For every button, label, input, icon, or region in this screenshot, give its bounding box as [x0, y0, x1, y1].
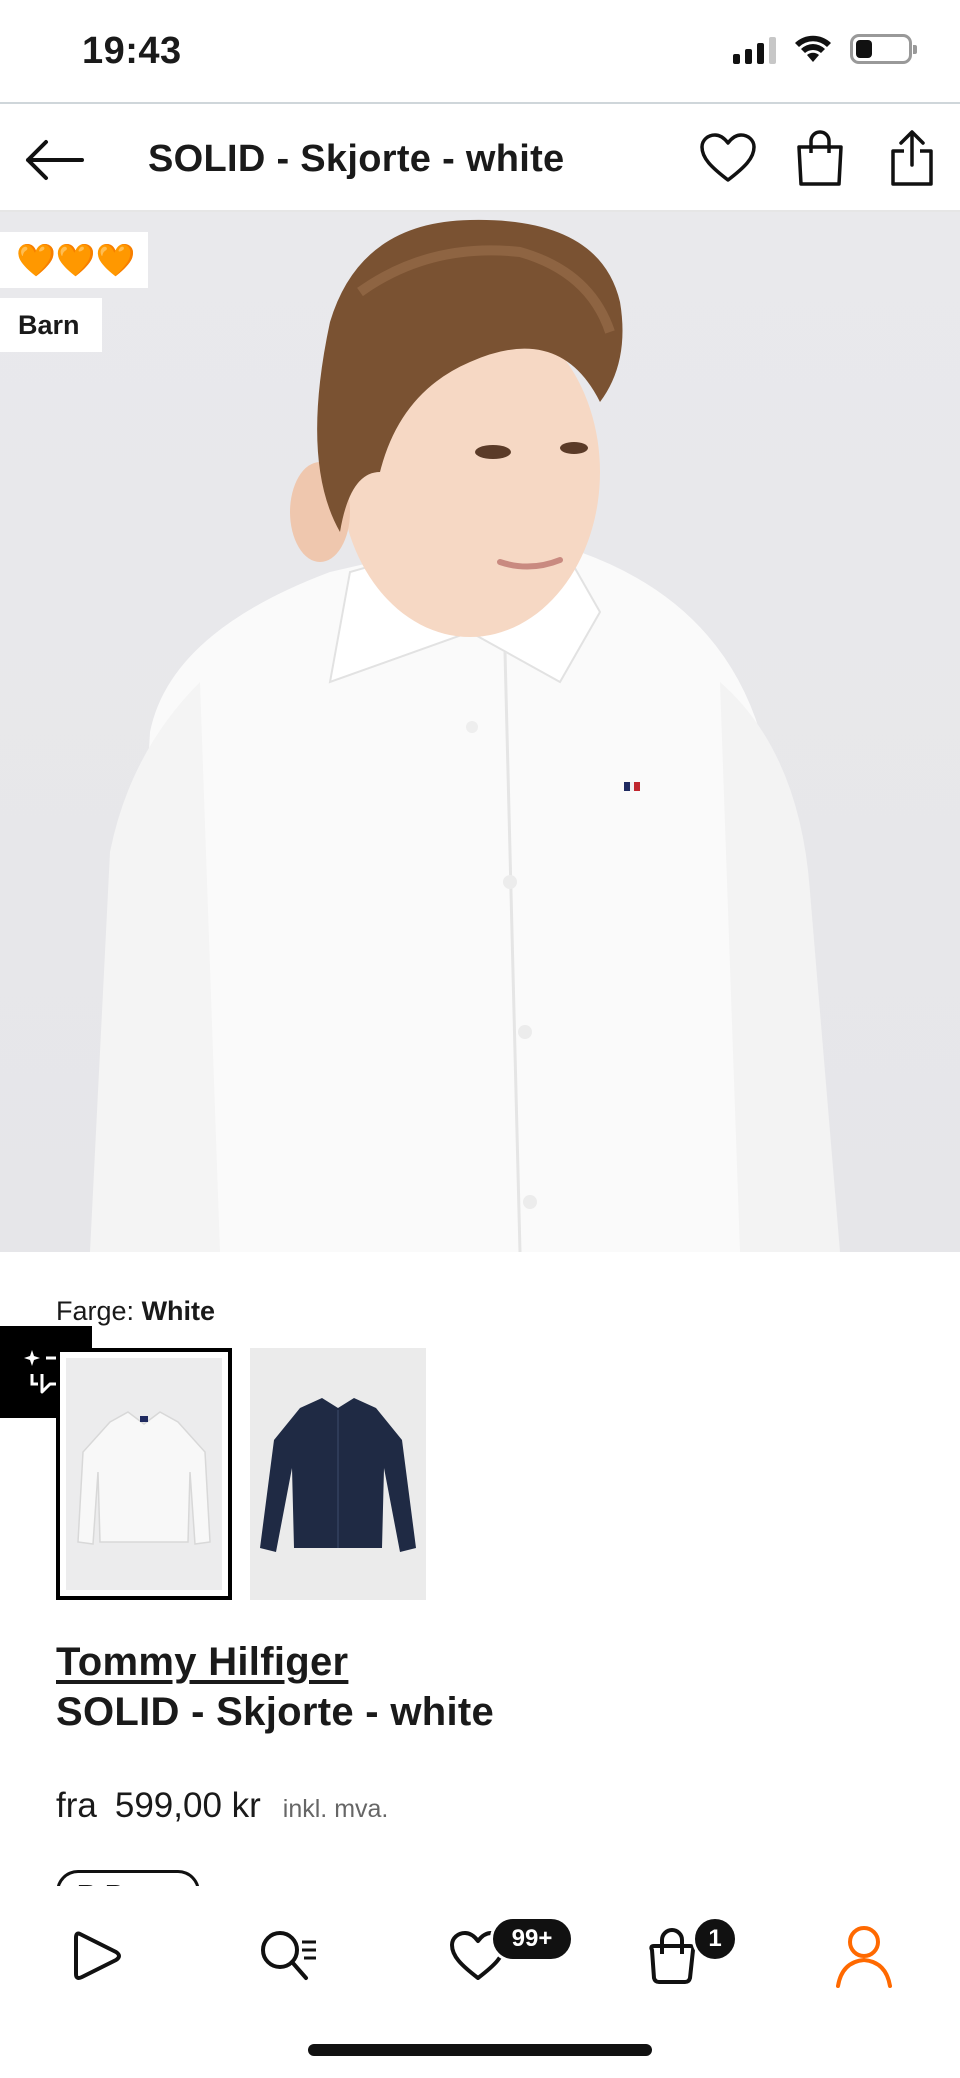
swatch-white[interactable] [56, 1348, 232, 1600]
share-icon [891, 130, 933, 186]
status-bar: 19:43 [0, 0, 960, 102]
wifi-icon [795, 35, 831, 62]
color-label-value: White [141, 1296, 216, 1326]
search-list-icon [261, 1931, 316, 1980]
bag-button[interactable] [788, 126, 852, 190]
back-button[interactable] [22, 132, 86, 188]
user-icon [836, 1926, 892, 1988]
nav-play[interactable] [54, 1914, 138, 1998]
shirt-thumbnail-navy [260, 1398, 416, 1552]
nav-search[interactable] [246, 1914, 330, 1998]
price-from-label: fra [56, 1786, 97, 1825]
play-icon [74, 1931, 121, 1980]
page-title: SOLID - Skjorte - white [148, 138, 565, 180]
wishlist-button[interactable] [696, 126, 760, 190]
arrow-left-icon [26, 140, 84, 180]
product-image[interactable]: 🧡🧡🧡 Barn [0, 212, 960, 1252]
shirt-thumbnail-white [77, 1411, 211, 1545]
product-photo [90, 219, 840, 1252]
shopping-bag-icon [797, 130, 843, 186]
wishlist-count-badge: 99+ [490, 1916, 574, 1962]
price-row: fra 599,00 kr inkl. mva. [56, 1786, 388, 1826]
status-time: 19:43 [82, 30, 182, 72]
heart-icon [700, 133, 756, 182]
status-icons [733, 34, 917, 64]
battery-icon [850, 34, 917, 64]
nav-profile[interactable] [822, 1914, 906, 1998]
brand-link[interactable]: Tommy Hilfiger [56, 1640, 348, 1685]
vat-label: inkl. mva. [282, 1795, 389, 1823]
rating-hearts-badge: 🧡🧡🧡 [0, 232, 148, 288]
color-label: Farge: White [56, 1296, 215, 1327]
category-tag: Barn [0, 298, 102, 352]
bag-count-badge: 1 [692, 1916, 738, 1962]
cellular-signal-icon [733, 34, 776, 64]
share-button[interactable] [880, 126, 944, 190]
swatch-navy[interactable] [250, 1348, 426, 1600]
color-label-prefix: Farge: [56, 1296, 135, 1326]
home-indicator[interactable] [308, 2044, 652, 2056]
product-header: SOLID - Skjorte - white [0, 102, 960, 212]
product-name: SOLID - Skjorte - white [56, 1690, 495, 1734]
price-value: 599,00 kr [114, 1786, 261, 1825]
